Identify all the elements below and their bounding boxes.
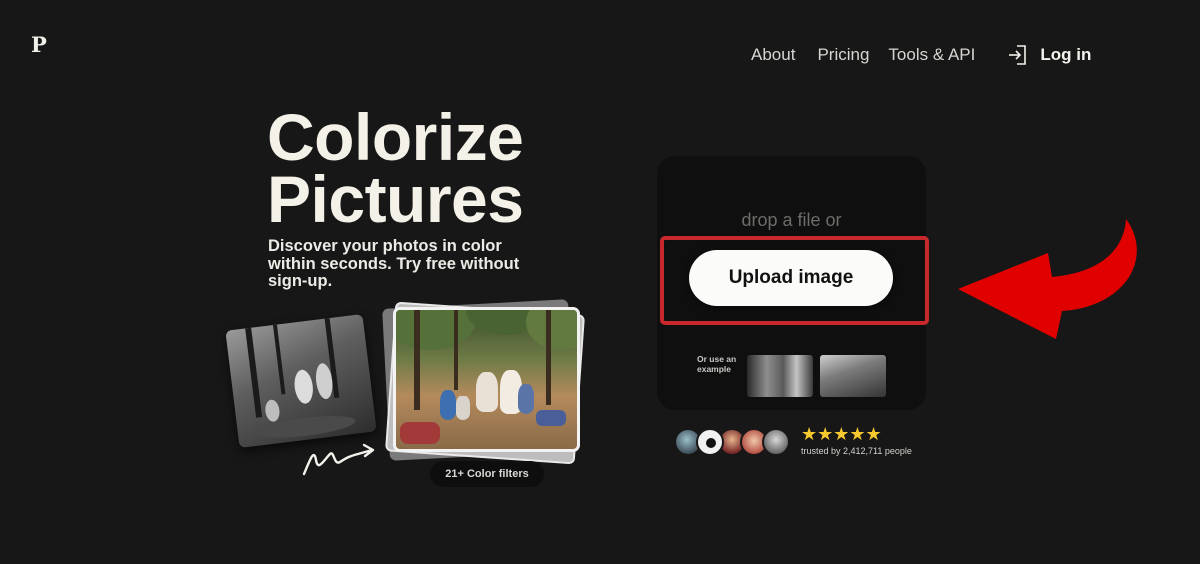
example-image-2[interactable] [820,355,886,397]
user-avatars [674,428,790,456]
login-button[interactable]: Log in [1008,44,1091,66]
top-nav: About Pricing Tools & API Log in [751,44,1091,66]
nav-tools-api-link[interactable]: Tools & API [888,44,975,66]
hero-subtitle-line: sign-up. [268,272,333,290]
drop-file-text: drop a file or [741,210,842,230]
highlight-annotation-box [660,236,929,325]
black-and-white-photo [225,314,377,448]
hero-title: Colorize Pictures [267,100,524,236]
hero-subtitle-line: within seconds. Try free without [268,254,520,273]
hero-title-line: Pictures [267,162,524,236]
trusted-by-text: trusted by 2,412,711 people [801,446,912,456]
avatar [696,428,724,456]
example-label-line: example [697,364,732,374]
login-icon [1009,45,1027,65]
nav-pricing-link[interactable]: Pricing [817,44,869,66]
hero-title-line: Colorize [267,100,524,174]
star-icon: ★★★★★ [801,424,882,445]
avatar [762,428,790,456]
hero-subtitle-line: Discover your photos in color [268,237,502,255]
colorized-photo [393,307,580,452]
example-image-1[interactable] [747,355,813,397]
scribble-arrow-icon [302,443,375,476]
login-label: Log in [1040,45,1092,64]
color-filters-badge[interactable]: 21+ Color filters [430,461,544,487]
nav-about-link[interactable]: About [751,44,795,66]
example-label-line: Or use an [697,354,737,364]
example-label: Or use an example [697,354,743,374]
rating-stars: ★★★★★ [801,425,883,445]
red-arrow-annotation-icon [958,219,1137,339]
hero-subtitle: Discover your photos in color within sec… [268,237,558,291]
brand-logo[interactable]: P [31,34,47,55]
